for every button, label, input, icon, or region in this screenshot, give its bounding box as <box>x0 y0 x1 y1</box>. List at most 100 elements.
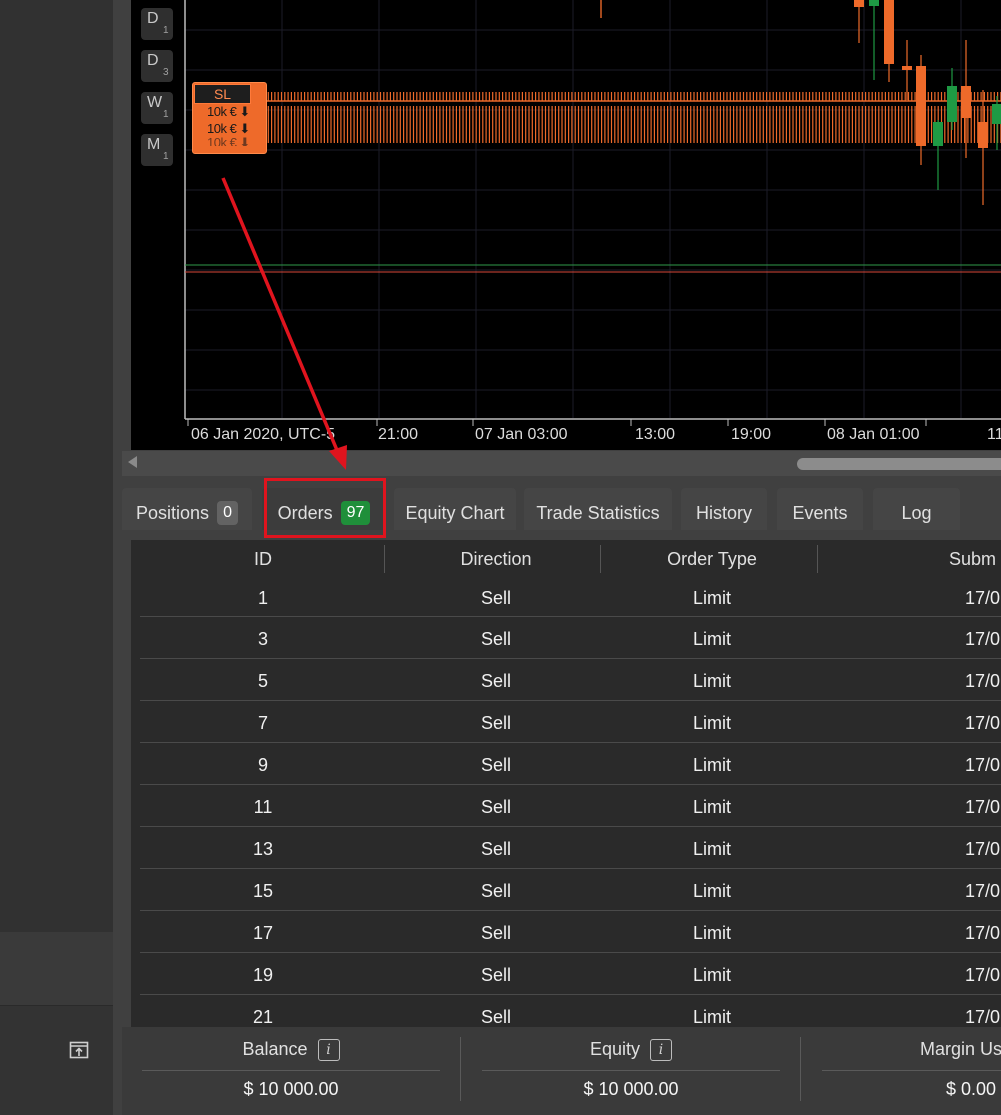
cell-submitted: 17/0 <box>965 629 1001 649</box>
cell-type: Limit <box>692 588 731 608</box>
balance-value: $ 10 000.00 <box>243 1079 339 1099</box>
column-separator[interactable] <box>384 545 385 573</box>
margin-used-cell: Margin Used $ 0.00 <box>812 1027 1001 1115</box>
table-row[interactable]: 21 Sell Limit 17/0 <box>140 994 1001 1027</box>
orders-tab-highlight-box <box>264 478 386 538</box>
cell-submitted: 17/0 <box>965 839 1001 859</box>
time-axis-label: 19:00 <box>731 426 772 443</box>
tab-label: Equity Chart <box>405 503 505 523</box>
table-header: ID Direction Order Type Subm <box>131 540 1001 578</box>
scroll-left-icon[interactable] <box>128 456 137 468</box>
tab-trade-statistics[interactable]: Trade Statistics <box>524 488 672 530</box>
margin-used-label: Margin Used <box>919 1039 1001 1059</box>
tab-equity-chart[interactable]: Equity Chart <box>394 488 516 530</box>
cell-id: 7 <box>257 713 268 733</box>
tab-label: Positions <box>136 503 210 523</box>
cell-direction: Sell <box>480 1007 511 1027</box>
balance-cell: Balance i $ 10 000.00 <box>132 1027 450 1115</box>
column-separator[interactable] <box>817 545 818 573</box>
timeframe-letter: D <box>147 52 159 69</box>
table-row[interactable]: 5 Sell Limit 17/0 <box>140 658 1001 701</box>
positions-count-badge: 0 <box>217 501 238 525</box>
table-row[interactable]: 9 Sell Limit 17/0 <box>140 742 1001 785</box>
bottom-panel-tabs: Positions 0 Orders 97 Equity Chart Trade S… <box>122 488 1001 530</box>
stop-loss-order-label[interactable]: SL 10k € ⬇ 10k € ⬇ 10k € ⬇ <box>192 82 267 154</box>
tab-positions[interactable]: Positions 0 <box>122 488 252 530</box>
cell-direction: Sell <box>480 629 511 649</box>
table-row[interactable]: 11 Sell Limit 17/0 <box>140 784 1001 827</box>
cell-direction: Sell <box>480 923 511 943</box>
table-row[interactable]: 15 Sell Limit 17/0 <box>140 868 1001 911</box>
cell-submitted: 17/0 <box>965 671 1001 691</box>
candle-body <box>933 122 943 146</box>
cell-type: Limit <box>692 965 731 985</box>
cell-id: 9 <box>257 755 268 775</box>
tab-label: Events <box>792 503 848 523</box>
cell-type: Limit <box>692 629 731 649</box>
column-header-submitted[interactable]: Subm <box>949 549 1001 570</box>
time-axis-label: 13:00 <box>635 426 676 443</box>
timeframe-button[interactable]: D3 <box>141 50 173 82</box>
info-icon[interactable]: i <box>650 1039 673 1061</box>
candle-body <box>947 86 957 122</box>
equity-label: Equity <box>589 1039 641 1059</box>
cell-id: 17 <box>252 923 274 943</box>
info-icon[interactable]: i <box>317 1039 340 1061</box>
chart-horizontal-scrollbar[interactable] <box>122 451 1001 476</box>
candle-body <box>854 0 864 7</box>
cell-id: 3 <box>257 629 268 649</box>
candle-body <box>961 86 971 118</box>
column-header-direction[interactable]: Direction <box>416 549 576 570</box>
cell-id: 19 <box>252 965 274 985</box>
cell-type: Limit <box>692 923 731 943</box>
tab-log[interactable]: Log <box>873 488 960 530</box>
cell-direction: Sell <box>480 588 511 608</box>
cell-id: 11 <box>253 797 273 817</box>
cell-submitted: 17/0 <box>965 797 1001 817</box>
timeframe-number: 3 <box>163 67 169 78</box>
order-amount-label: 10k € ⬇ <box>207 135 250 146</box>
timeframe-button[interactable]: D1 <box>141 8 173 40</box>
cell-id: 5 <box>257 671 268 691</box>
left-panel-block <box>0 932 113 1006</box>
candle-body <box>992 104 1001 124</box>
timeframe-button[interactable]: W1 <box>141 92 173 124</box>
cell-type: Limit <box>692 671 731 691</box>
scrollbar-thumb[interactable] <box>797 458 1001 470</box>
cell-direction: Sell <box>480 839 511 859</box>
cell-submitted: 17/0 <box>965 755 1001 775</box>
table-row[interactable]: 1 Sell Limit 17/0 <box>140 578 1001 620</box>
cell-submitted: 17/0 <box>965 965 1001 985</box>
tab-events[interactable]: Events <box>777 488 863 530</box>
cell-submitted: 17/0 <box>965 588 1001 608</box>
candle-body <box>869 0 879 6</box>
time-axis-label: 08 Jan 01:00 <box>827 426 920 443</box>
cell-type: Limit <box>692 881 731 901</box>
cell-type: Limit <box>692 797 731 817</box>
cell-type: Limit <box>692 839 731 859</box>
time-axis-label: 07 Jan 03:00 <box>475 426 568 443</box>
timeframe-number: 1 <box>163 151 169 162</box>
timeframe-button[interactable]: M1 <box>141 134 173 166</box>
time-axis-label: 06 Jan 2020, UTC-5 <box>191 426 336 443</box>
order-amount-label: 10k € ⬇ <box>207 104 250 119</box>
column-header-order-type[interactable]: Order Type <box>631 549 793 570</box>
table-row[interactable]: 13 Sell Limit 17/0 <box>140 826 1001 869</box>
cell-submitted: 17/0 <box>965 923 1001 943</box>
table-row[interactable]: 3 Sell Limit 17/0 <box>140 616 1001 659</box>
table-row[interactable]: 19 Sell Limit 17/0 <box>140 952 1001 995</box>
cell-submitted: 17/0 <box>965 713 1001 733</box>
column-header-id[interactable]: ID <box>215 549 311 570</box>
left-side-panel <box>0 0 113 1115</box>
tab-history[interactable]: History <box>681 488 767 530</box>
cell-direction: Sell <box>480 797 511 817</box>
equity-value: $ 10 000.00 <box>583 1079 679 1099</box>
expand-panel-icon[interactable] <box>69 1041 89 1059</box>
sl-tag: SL <box>194 84 251 104</box>
table-row[interactable]: 17 Sell Limit 17/0 <box>140 910 1001 953</box>
table-row[interactable]: 7 Sell Limit 17/0 <box>140 700 1001 743</box>
price-chart[interactable] <box>131 0 1001 450</box>
column-separator[interactable] <box>600 545 601 573</box>
chart-canvas <box>184 0 1001 426</box>
tab-label: History <box>695 503 752 523</box>
